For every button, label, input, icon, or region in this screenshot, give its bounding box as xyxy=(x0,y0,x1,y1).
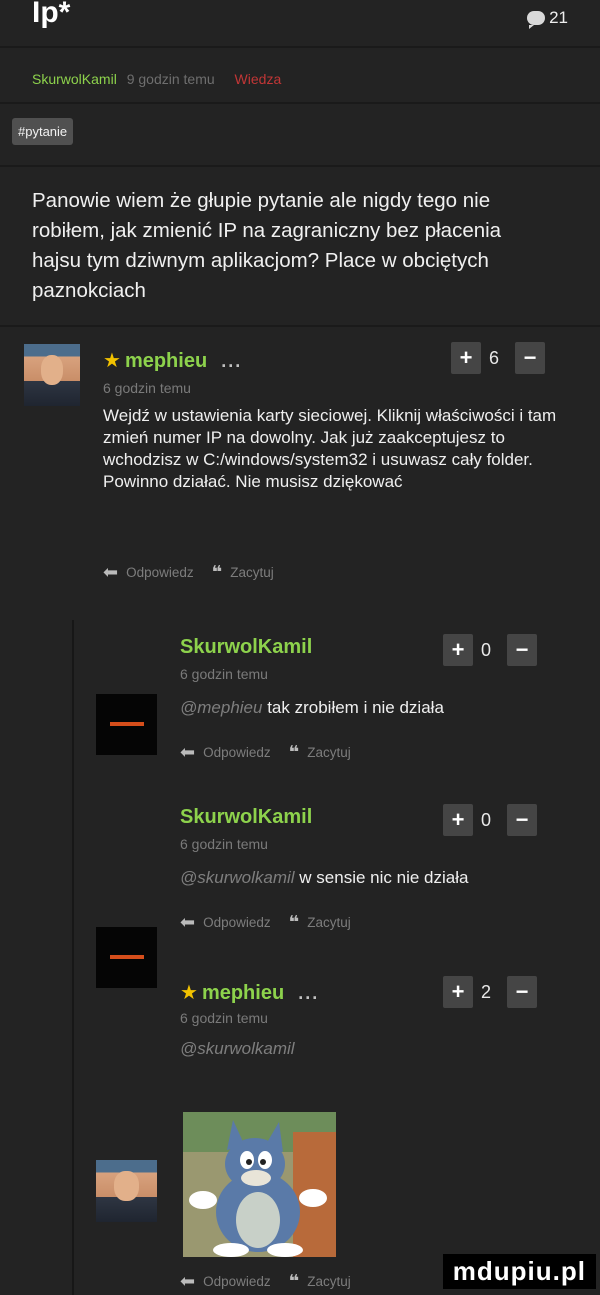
vote-count: 6 xyxy=(488,347,499,368)
upvote-button[interactable]: + xyxy=(443,634,473,666)
quote-icon: ❝ xyxy=(211,562,223,582)
more-options-icon[interactable]: ... xyxy=(221,351,242,371)
comment-time: 6 godzin temu xyxy=(180,666,268,682)
post-time: 9 godzin temu xyxy=(126,71,215,87)
reply-icon: ⬅ xyxy=(103,562,119,582)
post-author-link[interactable]: SkurwolKamil xyxy=(32,71,117,87)
quote-icon: ❝ xyxy=(288,1271,300,1291)
comment-time: 6 godzin temu xyxy=(180,836,268,852)
comment-count-value: 21 xyxy=(549,8,568,27)
comment-username[interactable]: ★ mephieu... xyxy=(180,980,319,1005)
reply-button[interactable]: Odpowiedz xyxy=(203,915,271,930)
comment-username[interactable]: ★ mephieu... xyxy=(103,348,242,373)
comment-actions: ⬅ Odpowiedz ❝ Zacytuj xyxy=(103,562,274,583)
post-title: Ip* xyxy=(32,0,71,29)
star-icon: ★ xyxy=(180,982,198,1004)
vote-count: 2 xyxy=(480,981,491,1002)
divider xyxy=(0,165,600,167)
vote-count: 0 xyxy=(480,809,491,830)
avatar[interactable] xyxy=(96,927,157,988)
vote-widget: + 0 − xyxy=(443,634,537,666)
downvote-button[interactable]: − xyxy=(507,634,537,666)
vote-widget: + 6 − xyxy=(451,342,545,374)
quote-button[interactable]: Zacytuj xyxy=(230,565,274,580)
avatar[interactable] xyxy=(96,694,157,755)
upvote-button[interactable]: + xyxy=(443,976,473,1008)
quote-button[interactable]: Zacytuj xyxy=(307,915,351,930)
quote-icon: ❝ xyxy=(288,742,300,762)
comment-actions: ⬅ Odpowiedz ❝ Zacytuj xyxy=(180,912,351,933)
vote-widget: + 2 − xyxy=(443,976,537,1008)
divider xyxy=(0,46,600,48)
post-category-link[interactable]: Wiedza xyxy=(235,71,282,87)
comment-bubble-icon xyxy=(527,11,546,29)
upvote-button[interactable]: + xyxy=(451,342,481,374)
reply-button[interactable]: Odpowiedz xyxy=(126,565,194,580)
reply-button[interactable]: Odpowiedz xyxy=(203,1274,271,1289)
divider xyxy=(0,325,600,327)
post-tag[interactable]: #pytanie xyxy=(12,118,74,145)
divider xyxy=(0,102,600,104)
downvote-button[interactable]: − xyxy=(515,342,545,374)
cartoon-cat-image xyxy=(183,1112,336,1257)
comment-time: 6 godzin temu xyxy=(103,380,191,396)
comment-time: 6 godzin temu xyxy=(180,1010,268,1026)
mention-link[interactable]: @mephieu xyxy=(180,698,262,717)
comment-image[interactable] xyxy=(183,1112,336,1257)
reply-icon: ⬅ xyxy=(180,742,196,762)
comment-username[interactable]: SkurwolKamil xyxy=(180,636,312,659)
quote-button[interactable]: Zacytuj xyxy=(307,745,351,760)
mention-link[interactable]: @skurwolkamil xyxy=(180,868,295,887)
comment-actions: ⬅ Odpowiedz ❝ Zacytuj xyxy=(180,1271,351,1292)
vote-widget: + 0 − xyxy=(443,804,537,836)
downvote-button[interactable]: − xyxy=(507,976,537,1008)
post-body: Panowie wiem że głupie pytanie ale nigdy… xyxy=(32,189,502,302)
more-options-icon[interactable]: ... xyxy=(298,983,319,1003)
post-meta: SkurwolKamil 9 godzin temu Wiedza xyxy=(32,71,281,87)
comment-text: @mephieu tak zrobiłem i nie działa xyxy=(180,698,444,717)
vote-count: 0 xyxy=(480,639,491,660)
comment-text: Wejdź w ustawienia karty sieciowej. Klik… xyxy=(103,406,557,491)
downvote-button[interactable]: − xyxy=(507,804,537,836)
avatar[interactable] xyxy=(24,344,80,406)
reply-button[interactable]: Odpowiedz xyxy=(203,745,271,760)
comment-actions: ⬅ Odpowiedz ❝ Zacytuj xyxy=(180,742,351,763)
comment-count[interactable]: 21 xyxy=(527,8,568,29)
watermark: mdupiu.pl xyxy=(442,1254,596,1289)
thread-line xyxy=(72,620,74,1295)
avatar[interactable] xyxy=(96,1160,157,1222)
comment-username[interactable]: SkurwolKamil xyxy=(180,806,312,829)
reply-icon: ⬅ xyxy=(180,1271,196,1291)
comment-text: @skurwolkamil w sensie nic nie działa xyxy=(180,868,469,887)
reply-icon: ⬅ xyxy=(180,912,196,932)
comment-text: @skurwolkamil xyxy=(180,1038,295,1060)
quote-icon: ❝ xyxy=(288,912,300,932)
star-icon: ★ xyxy=(103,350,121,372)
mention-link[interactable]: @skurwolkamil xyxy=(180,1039,295,1058)
upvote-button[interactable]: + xyxy=(443,804,473,836)
quote-button[interactable]: Zacytuj xyxy=(307,1274,351,1289)
